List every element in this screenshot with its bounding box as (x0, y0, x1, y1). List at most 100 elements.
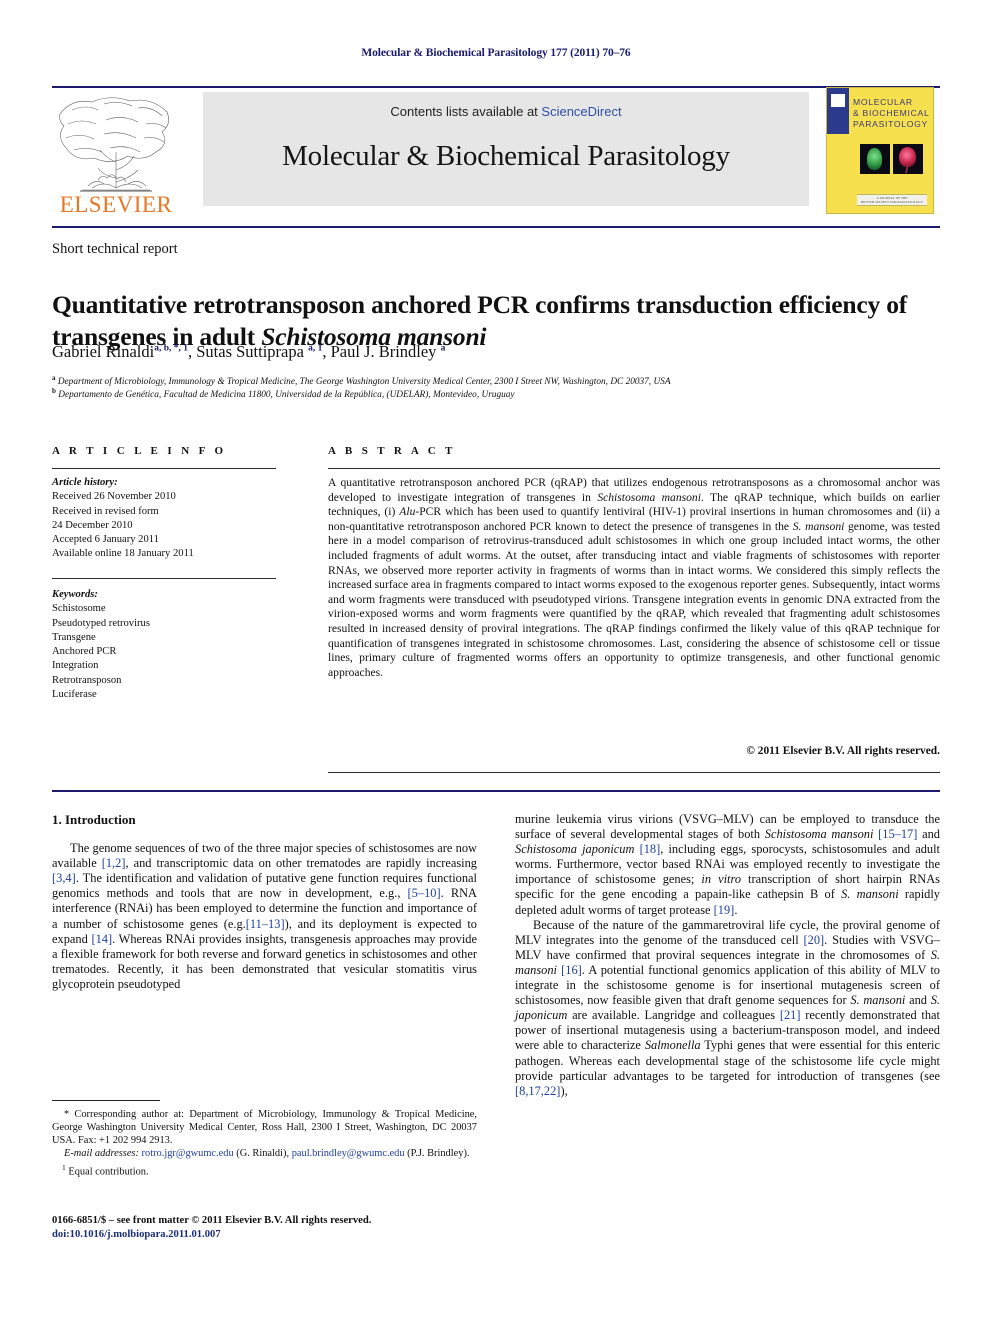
cover-title-line-3: PARASITOLOGY (853, 119, 928, 129)
abstract-bottom-rule (328, 772, 940, 773)
author-1-affiliation-markers: a, b, *, 1 (154, 343, 188, 354)
author-3-affiliation-markers: a (440, 343, 446, 354)
para-seg: . Whereas RNAi provides insights, transg… (52, 931, 477, 991)
corresponding-author-text: Corresponding author at: Department of M… (52, 1109, 477, 1147)
body-paragraph: murine leukemia virus virions (VSVG–MLV)… (515, 812, 940, 918)
author-3-name: Paul J. Brindley (330, 342, 437, 361)
keyword-item: Retrotransposon (52, 674, 122, 686)
journal-cover-thumbnail: MOLECULAR & BIOCHEMICAL PARASITOLOGY A J… (826, 87, 934, 214)
article-history-label: Article history: (52, 477, 118, 488)
article-history-item: Accepted 6 January 2011 (52, 534, 159, 546)
citation-ref[interactable]: [18] (640, 842, 661, 856)
cover-title-line-2: & BIOCHEMICAL (853, 108, 930, 118)
green-parasite-shape (867, 148, 882, 170)
citation-ref[interactable]: [21] (780, 1008, 801, 1022)
citation-ref[interactable]: [19] (714, 903, 735, 917)
article-history-item: Available online 18 January 2011 (52, 548, 194, 560)
article-info-heading: A R T I C L E I N F O (52, 445, 227, 457)
citation-ref[interactable]: [20] (804, 933, 825, 947)
italic-phrase: in vitro (701, 872, 742, 887)
para-seg: . (734, 902, 738, 917)
imprint-block: 0166-6851/$ – see front matter © 2011 El… (52, 1214, 492, 1242)
email-address-2[interactable]: paul.brindley@gwumc.edu (292, 1148, 405, 1159)
citation-ref[interactable]: [5–10] (408, 886, 441, 900)
email-footnote: E-mail addresses: rotro.jgr@gwumc.edu (G… (52, 1147, 477, 1160)
footnote-separator-rule (52, 1100, 160, 1101)
abstract-italic-alu: Alu (399, 505, 416, 519)
section-title-introduction: 1. Introduction (52, 812, 136, 827)
affiliation-b-marker: b (52, 387, 56, 395)
journal-banner: Contents lists available at ScienceDirec… (203, 92, 809, 206)
body-column-left: 1. Introduction The genome sequences of … (52, 812, 477, 992)
elsevier-tree-icon (59, 97, 169, 192)
corresponding-author-footnote: * Corresponding author at: Department of… (52, 1108, 477, 1147)
equal-contribution-footnote: 1 Equal contribution. (52, 1161, 477, 1179)
keyword-item: Anchored PCR (52, 646, 117, 658)
article-info-top-rule (52, 468, 276, 469)
issn-copyright-line: 0166-6851/$ – see front matter © 2011 El… (52, 1215, 372, 1226)
author-1-name: Gabriel Rinaldi (52, 342, 155, 361)
body-top-rule (52, 790, 940, 792)
abstract-italic-species: Schistosoma mansoni (597, 490, 701, 504)
affiliation-b-text: Departamento de Genética, Facultad de Me… (58, 390, 515, 401)
abstract-italic-smansoni: S. mansoni (792, 519, 845, 533)
cover-microscopy-images (860, 144, 924, 174)
elsevier-logo: ELSEVIER (52, 92, 180, 220)
cover-title-line-1: MOLECULAR (853, 97, 913, 107)
equal-contribution-text: Equal contribution. (65, 1166, 149, 1178)
email-1-owner: (G. Rinaldi), (233, 1148, 290, 1160)
abstract-text: A quantitative retrotransposon anchored … (328, 476, 940, 680)
sciencedirect-link[interactable]: ScienceDirect (541, 104, 621, 119)
running-head: Molecular & Biochemical Parasitology 177… (361, 47, 631, 59)
article-info-mid-rule (52, 578, 276, 579)
doi-line[interactable]: doi:10.1016/j.molbiopara.2011.01.007 (52, 1228, 492, 1242)
body-paragraph: Because of the nature of the gammaretrov… (515, 918, 940, 1099)
abstract-copyright: © 2011 Elsevier B.V. All rights reserved… (746, 745, 940, 757)
para-seg: ), (560, 1083, 568, 1098)
body-column-right: murine leukemia virus virions (VSVG–MLV)… (515, 812, 940, 1099)
author-2-name: Sutas Suttiprapa (196, 342, 304, 361)
document-type-label: Short technical report (52, 241, 178, 257)
italic-species: Schistosoma japonicum (515, 842, 635, 857)
citation-ref[interactable]: [15–17] (878, 827, 917, 841)
author-list: Gabriel Rinaldia, b, *, 1, Sutas Suttipr… (52, 342, 446, 361)
contents-prefix: Contents lists available at (390, 104, 542, 119)
abstract-seg: genome, was tested here in a model compa… (328, 519, 940, 679)
article-history-item: Received in revised form (52, 505, 159, 517)
journal-article-page: Molecular & Biochemical Parasitology 177… (0, 0, 992, 1323)
cover-spine (827, 88, 849, 213)
citation-ref[interactable]: [8,17,22] (515, 1084, 560, 1098)
para-seg: and (917, 827, 940, 842)
italic-species: S. mansoni (841, 887, 899, 902)
keyword-item: Schistosome (52, 603, 106, 615)
email-addresses-label: E-mail addresses: (64, 1148, 139, 1160)
keyword-item: Luciferase (52, 689, 97, 701)
cover-spine-band (827, 88, 849, 134)
italic-genus: Salmonella (644, 1038, 701, 1053)
keyword-item: Integration (52, 660, 99, 672)
citation-ref[interactable]: [14] (91, 932, 112, 946)
body-paragraph: The genome sequences of two of the three… (52, 841, 477, 992)
para-seg: , and transcriptomic data on other trema… (125, 856, 477, 871)
italic-species: S. mansoni (850, 993, 906, 1008)
citation-ref[interactable]: [16] (561, 963, 582, 977)
para-seg: murine leukemia virus virions (VSVG–MLV)… (515, 812, 940, 842)
article-history-item: 24 December 2010 (52, 519, 133, 531)
masthead-bottom-rule (52, 226, 940, 228)
footnotes-block: * Corresponding author at: Department of… (52, 1108, 477, 1179)
affiliation-a-marker: a (52, 374, 56, 382)
citation-ref[interactable]: [3,4] (52, 871, 76, 885)
keyword-item: Pseudotyped retrovirus (52, 617, 150, 629)
email-address-1[interactable]: rotro.jgr@gwumc.edu (142, 1148, 234, 1159)
elsevier-badge-icon (831, 94, 845, 107)
elsevier-wordmark: ELSEVIER (59, 192, 173, 217)
contents-available-line: Contents lists available at ScienceDirec… (203, 104, 809, 119)
keyword-item: Transgene (52, 631, 96, 643)
article-history-item: Received 26 November 2010 (52, 491, 176, 503)
citation-ref[interactable]: [1,2] (102, 856, 126, 870)
para-seg: are available. Langridge and colleagues (567, 1008, 780, 1023)
cover-image-red (893, 144, 923, 174)
article-history-block: Article history: Received 26 November 20… (52, 476, 282, 562)
citation-ref[interactable]: [11–13] (246, 917, 285, 931)
cover-title: MOLECULAR & BIOCHEMICAL PARASITOLOGY (853, 97, 931, 130)
